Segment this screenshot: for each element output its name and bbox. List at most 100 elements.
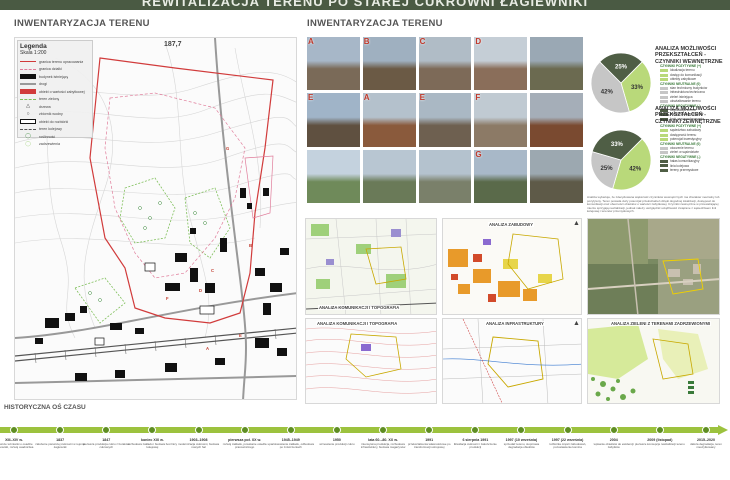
north-arrow-icon: ▲ [573, 320, 580, 327]
external-analysis-title: ANALIZA MOŻLIWOŚCI PRZEKSZTAŁCEŃ - CZYNN… [655, 106, 721, 125]
photo-letter: F [475, 93, 481, 103]
timeline-description: przekształcenia własnościowe po transfor… [407, 442, 451, 450]
legend-swatch [660, 69, 668, 73]
legend-symbol-icon: ○ [26, 110, 30, 117]
photo-letter: G [475, 149, 482, 159]
timeline-description: rozwój zakładu, powstanie osiedla pracow… [222, 442, 267, 450]
legend-item-label: drogi [39, 82, 47, 87]
legend-items: granica terenu opracowania granica działk… [20, 58, 90, 148]
timeline-description: rozbudowa zakładu i budowa bocznicy kole… [127, 442, 178, 450]
photo-letter: A [308, 37, 314, 46]
timeline-title: HISTORYCZNA OŚ CZASU [4, 404, 86, 411]
external-donut-segments: 42% 25% 33% [590, 129, 652, 191]
map-letter-b: B [249, 243, 253, 248]
elevation-label: 187,7 [164, 41, 182, 48]
photo-letter: B [363, 37, 370, 46]
map-zabudowa: ANALIZA ZABUDOWY ▲ [442, 218, 582, 315]
site-photo [530, 37, 583, 91]
legend-item-label: obiekt o wartości zabytkowej [39, 89, 85, 94]
legend-swatch [660, 77, 668, 81]
legend-swatch [660, 133, 668, 137]
map-letter-e: E [239, 333, 242, 338]
internal-donut: 33% 42% 25% [590, 52, 652, 114]
site-photo [307, 149, 360, 203]
timeline-description: pierwsza produkcja cukru z buraków cukro… [82, 442, 130, 450]
poster-title: REWITALIZACJA TERENU PO STAREJ CUKROWNI … [141, 0, 589, 9]
satellite-map-drawing [588, 219, 719, 314]
map-letter-a: A [206, 346, 210, 351]
map-letter-g: G [226, 146, 230, 151]
legend-swatch [660, 95, 668, 99]
inventory-map: 187,7 G B C D F A E Legenda Skala 1:200 … [14, 37, 297, 400]
timeline-description: wpisanie obiektów do ewidencji zabytków [593, 442, 634, 450]
green-map-drawing [588, 319, 719, 403]
legend-item-label: teren zielony [39, 97, 60, 102]
site-photo: B [362, 37, 416, 91]
map-infrastruktura: ANALIZA INFRASTRUKTURY ▲ [442, 318, 582, 404]
timeline-description: założenie pierwszej cukrowni w rejonie Ł… [35, 442, 85, 450]
map-komunikacja-title: ANALIZA KOMUNIKACJI I TOPOGRAFIA [318, 305, 401, 310]
site-photo [418, 149, 472, 203]
middle-section-title: INWENTARYZACJA TERENU [307, 18, 443, 29]
timeline-marker [609, 426, 618, 434]
legend-item-label: roślinność [39, 134, 56, 139]
internal-analysis-title: ANALIZA MOŻLIWOŚCI PRZEKSZTAŁCEŃ - CZYNN… [655, 46, 723, 65]
legend-item-label: teren kolejowy [39, 127, 62, 132]
site-photo: F [474, 93, 528, 147]
legend-symbol-icon [20, 74, 36, 80]
photo-letter: C [419, 37, 426, 46]
north-arrow-icon: ▲ [573, 220, 580, 227]
map-infrastruktura-title: ANALIZA INFRASTRUKTURY [485, 321, 545, 326]
donut-slice-label: 25% [615, 65, 628, 71]
map-topografia-title: ANALIZA KOMUNIKACJI I TOPOGRAFIA [316, 321, 399, 326]
site-photo: D [474, 37, 528, 91]
timeline-marker [379, 426, 388, 434]
timeline-marker [655, 426, 664, 434]
map-infrastruktura-drawing [443, 319, 581, 403]
map-zabudowa-title: ANALIZA ZABUDOWY [488, 222, 535, 227]
legend-item-label: budynek istniejący [39, 74, 69, 79]
donut-slice-label: 33% [611, 142, 624, 148]
timeline-description: pierwsze wzmianki o osadzie Łagiewniki, … [0, 442, 34, 450]
site-photo [530, 149, 583, 203]
donut-slice-label: 25% [601, 166, 614, 172]
legend-symbol-icon [20, 98, 36, 100]
timeline-marker [10, 426, 18, 434]
legend-item: ○ zbiornik wodny [20, 111, 90, 119]
legend-swatch [660, 159, 668, 163]
timeline-description: upaństwowienie zakładu, odbudowa po znis… [267, 442, 314, 450]
timeline-description: sprzedaż terenu, stopniowa degradacja ob… [503, 442, 540, 450]
map-topografia: ANALIZA KOMUNIKACJI I TOPOGRAFIA [305, 318, 437, 404]
map-zabudowa-drawing [443, 219, 581, 314]
site-photo [362, 149, 416, 203]
timeline-marker [332, 426, 341, 434]
legend-swatch [660, 146, 668, 150]
donut-slice-label: 42% [629, 166, 642, 172]
timeline-marker [286, 426, 295, 434]
timeline-description: pierwsze koncepcje rewitalizacji terenu [634, 442, 685, 446]
legend-item: teren kolejowy [20, 126, 90, 134]
legend-swatch [660, 151, 668, 155]
donut-slice-label: 42% [601, 89, 614, 95]
map-komunikacja-drawing [306, 219, 436, 314]
legend-item: △ drzewa [20, 103, 90, 111]
timeline-description: likwidacja cukrowni i zakończenie produk… [453, 442, 497, 450]
legend-item-label: zadrzewienia [39, 142, 60, 147]
legend-item: drogi [20, 81, 90, 89]
header-banner: REWITALIZACJA TERENU PO STAREJ CUKROWNI … [0, 0, 730, 10]
legend-swatch [660, 168, 668, 172]
timeline-marker [240, 426, 249, 434]
green-map-title: ANALIZA ZIELENI Z TERENAMI ZADRZEWIONYMI [610, 321, 712, 326]
legend-swatch [660, 86, 668, 90]
legend-swatch [660, 164, 668, 168]
legend-item: obiekt do rozbiórki [20, 118, 90, 126]
site-photo: E [307, 93, 360, 147]
legend-symbol-icon [20, 89, 36, 95]
legend-symbol-icon [20, 119, 36, 125]
timeline-bar [0, 425, 730, 435]
legend-swatch [660, 91, 668, 95]
legend-symbol-icon [20, 83, 36, 86]
legend-swatch [660, 73, 668, 77]
photo-letter: A [363, 93, 370, 103]
legend-item: ◯ zadrzewienia [20, 141, 90, 149]
